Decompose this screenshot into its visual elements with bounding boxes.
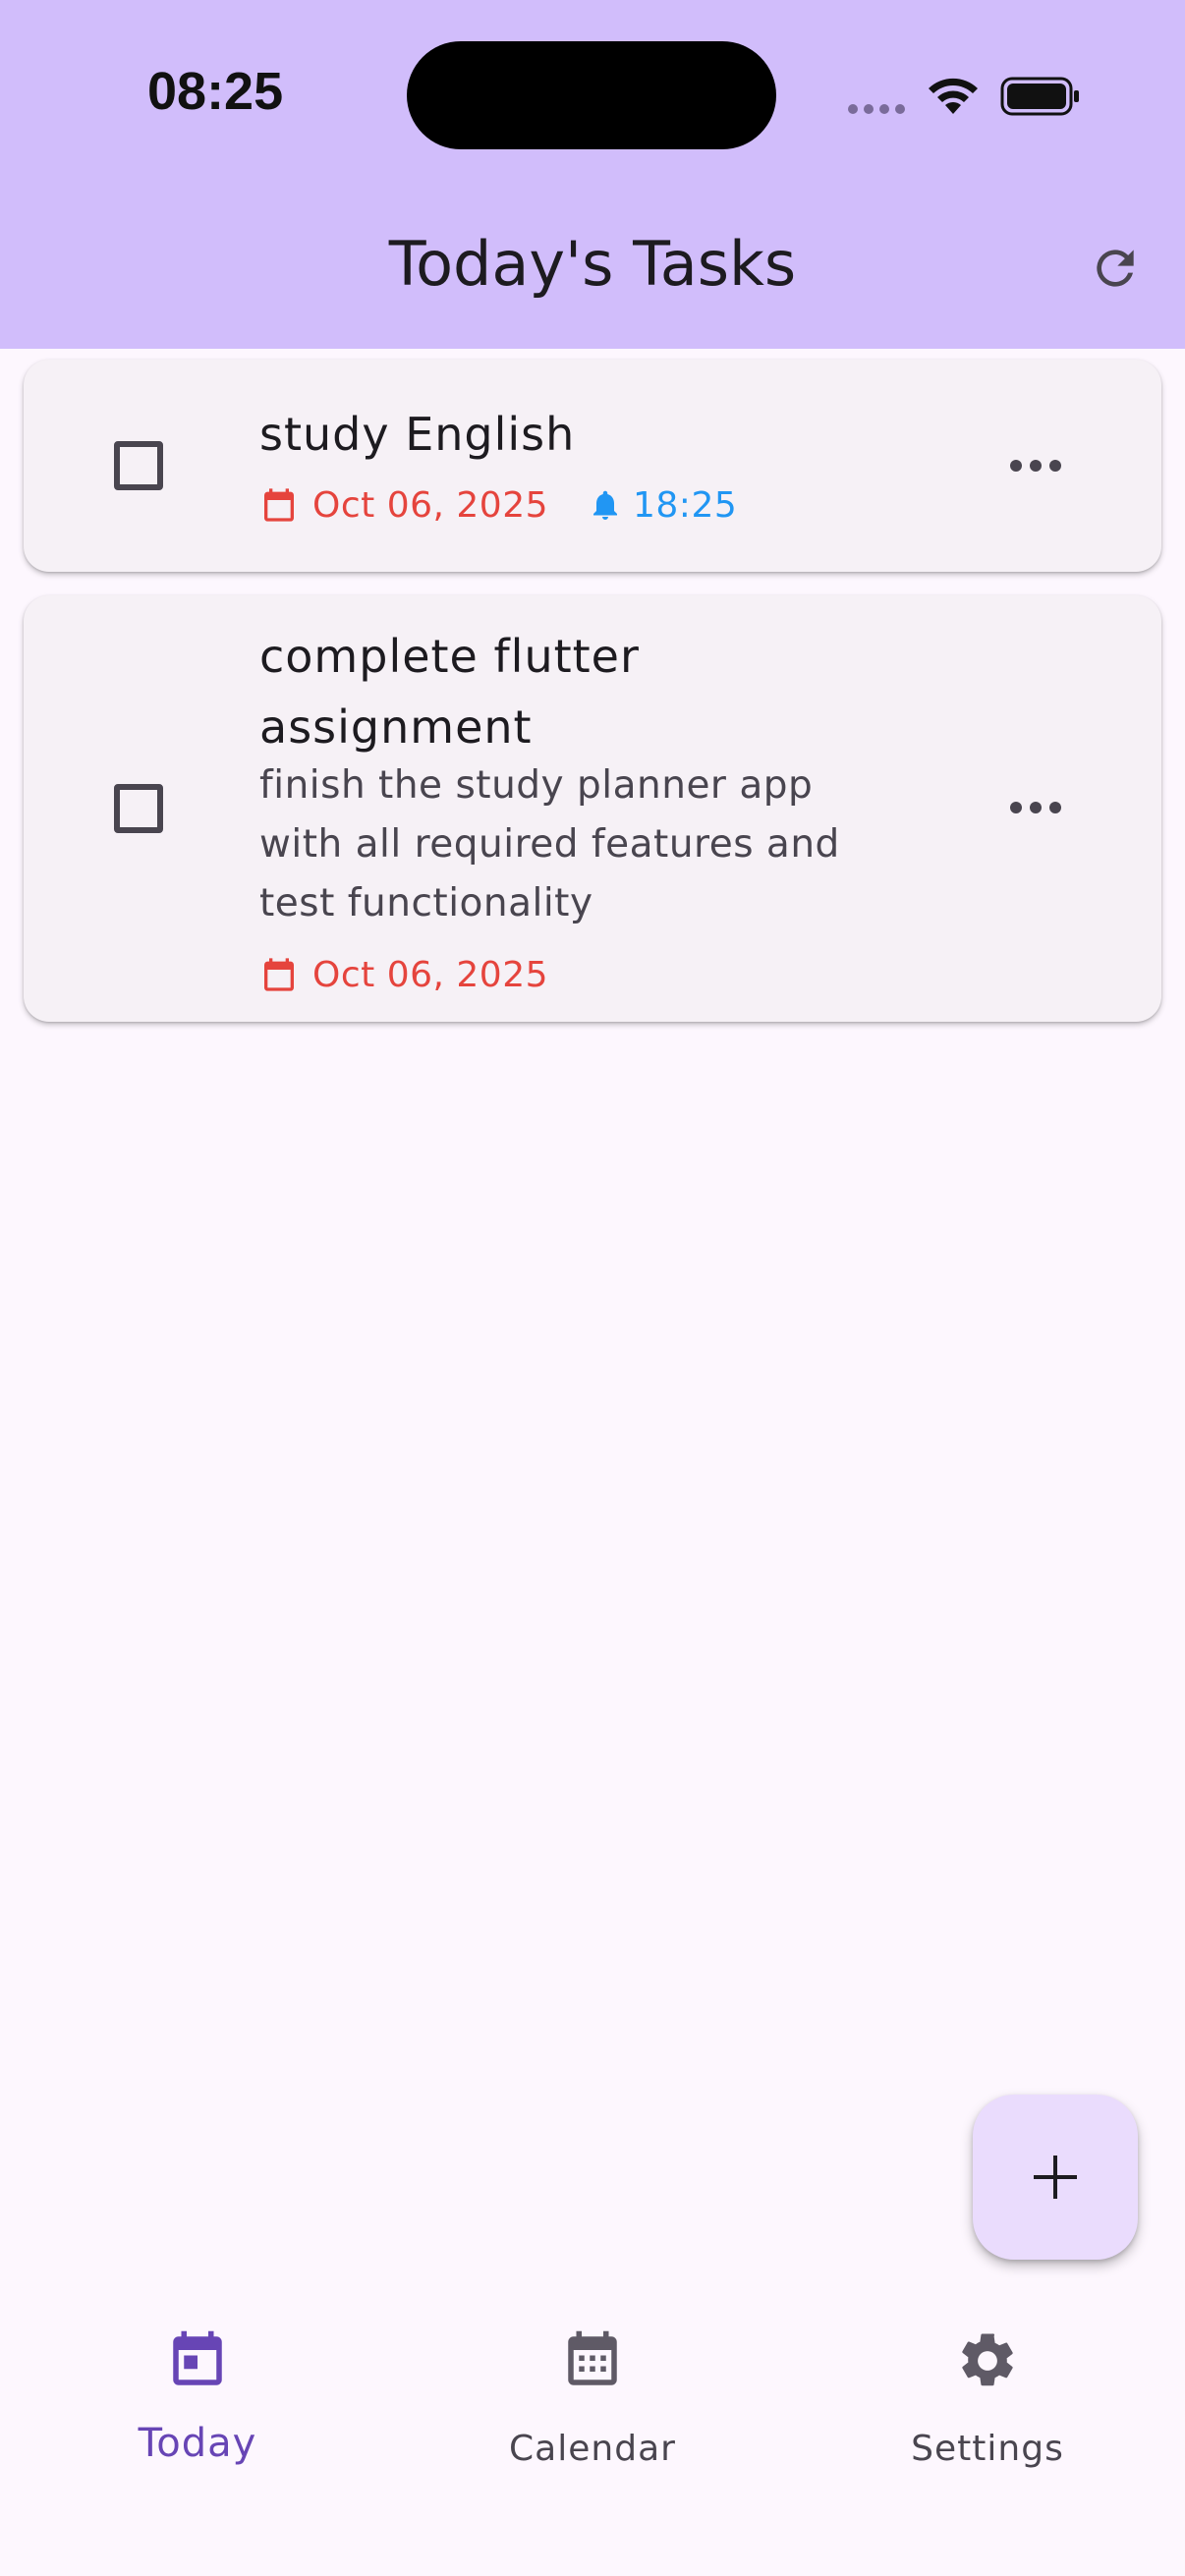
calendar-icon xyxy=(264,958,294,991)
nav-item-settings[interactable]: Settings xyxy=(790,2299,1185,2576)
calendar-icon xyxy=(264,488,294,522)
add-task-button[interactable] xyxy=(973,2095,1138,2260)
task-checkbox[interactable] xyxy=(114,784,163,833)
nav-label-calendar: Calendar xyxy=(509,2429,676,2469)
task-date: Oct 06, 2025 xyxy=(312,484,548,526)
refresh-icon xyxy=(1097,250,1134,287)
more-horizontal-icon xyxy=(1010,460,1061,472)
task-title: complete flutter assignment xyxy=(259,630,640,754)
nav-item-today[interactable]: Today xyxy=(0,2299,395,2576)
nav-item-calendar[interactable]: Calendar xyxy=(395,2299,790,2576)
screen: 08:25 Today's Tasks study English Oct 06… xyxy=(0,0,1185,2576)
task-card[interactable]: complete flutter assignment finish the s… xyxy=(24,595,1161,1022)
app-bar: 08:25 Today's Tasks xyxy=(0,0,1185,349)
bottom-navigation: Today Calendar Settings xyxy=(0,2299,1185,2576)
page-title: Today's Tasks xyxy=(388,228,797,300)
task-date: Oct 06, 2025 xyxy=(312,954,548,995)
task-more-button[interactable] xyxy=(987,778,1085,837)
status-bar-time: 08:25 xyxy=(147,62,284,121)
task-meta: Oct 06, 2025 xyxy=(259,953,548,996)
more-horizontal-icon xyxy=(1010,802,1061,813)
task-title: study English xyxy=(259,408,576,461)
gear-icon xyxy=(962,2333,1013,2386)
task-meta: Oct 06, 2025 18:25 xyxy=(259,483,737,527)
bell-icon xyxy=(593,490,617,520)
task-reminder-time: 18:25 xyxy=(633,484,738,526)
task-checkbox[interactable] xyxy=(114,441,163,490)
calendar-today-icon xyxy=(173,2330,222,2385)
task-more-button[interactable] xyxy=(987,436,1085,495)
battery-icon xyxy=(1000,77,1079,116)
wifi-icon xyxy=(929,78,978,114)
task-description: finish the study planner app with all re… xyxy=(259,763,840,925)
nav-label-today: Today xyxy=(138,2421,257,2466)
cellular-signal-icon xyxy=(848,104,905,114)
refresh-button[interactable] xyxy=(1081,234,1150,303)
plus-icon xyxy=(1034,2156,1077,2199)
calendar-grid-icon xyxy=(568,2330,617,2385)
dynamic-island xyxy=(407,41,776,149)
nav-label-settings: Settings xyxy=(911,2429,1064,2469)
task-card[interactable]: study English Oct 06, 2025 18:25 xyxy=(24,360,1161,572)
